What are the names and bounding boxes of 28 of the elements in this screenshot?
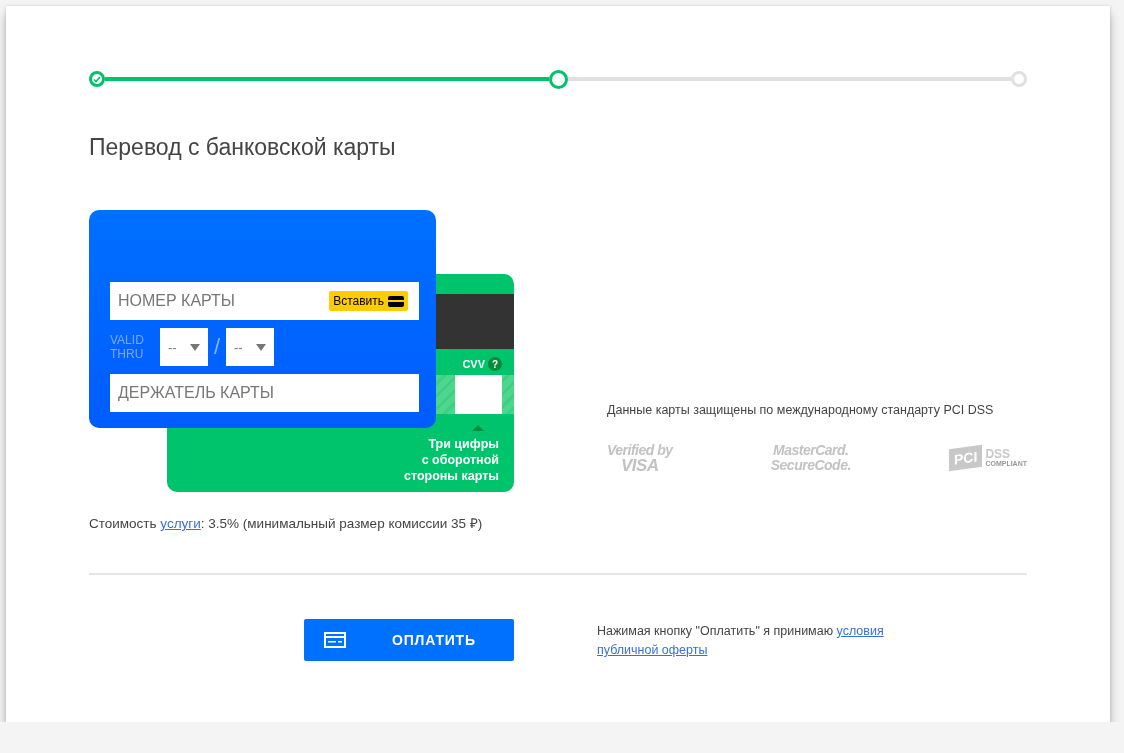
securecode-logo: MasterCard. SecureCode.: [770, 443, 851, 473]
pointer-icon: [472, 425, 484, 431]
field-placeholder: НОМЕР КАРТЫ: [118, 292, 235, 310]
terms-note: Нажимая кнопку "Оплатить" я принимаю условия публичной оферты: [597, 623, 885, 659]
date-separator: /: [212, 334, 222, 360]
cvv-hint: Три цифры с оборотной стороны карты: [404, 436, 499, 484]
cvv-label: CVV: [462, 358, 485, 370]
year-select[interactable]: --: [226, 328, 274, 366]
services-link[interactable]: услуги: [160, 516, 201, 531]
help-badge[interactable]: ?: [488, 357, 502, 371]
month-select[interactable]: --: [160, 328, 208, 366]
check-icon: [93, 75, 101, 83]
card-icon: [324, 632, 346, 648]
offer-terms-link[interactable]: условия: [836, 624, 884, 638]
cvv-field[interactable]: [455, 375, 502, 414]
caret-icon: [256, 343, 266, 351]
security-note: Данные карты защищены по международному стандарту PCI DSS: [607, 403, 995, 417]
paste-button[interactable]: Вставить: [329, 291, 408, 311]
card-holder-field[interactable]: ДЕРЖАТЕЛЬ КАРТЫ: [110, 374, 419, 412]
offer-terms-link[interactable]: публичной оферты: [597, 643, 708, 657]
fee-note: Стоимость услуги: 3.5% (минимальный размер комиссии 35 ₽): [89, 515, 484, 532]
card-icon: [388, 295, 404, 307]
pay-button[interactable]: ОПЛАТИТЬ: [304, 619, 514, 661]
valid-thru-label: VALID THRU: [110, 333, 145, 361]
card-number-field[interactable]: НОМЕР КАРТЫ Вставить: [110, 282, 419, 320]
page-title: Перевод с банковской карты: [89, 134, 397, 161]
verified-by-visa-logo: Verified by VISA: [607, 443, 673, 473]
caret-icon: [190, 343, 200, 351]
